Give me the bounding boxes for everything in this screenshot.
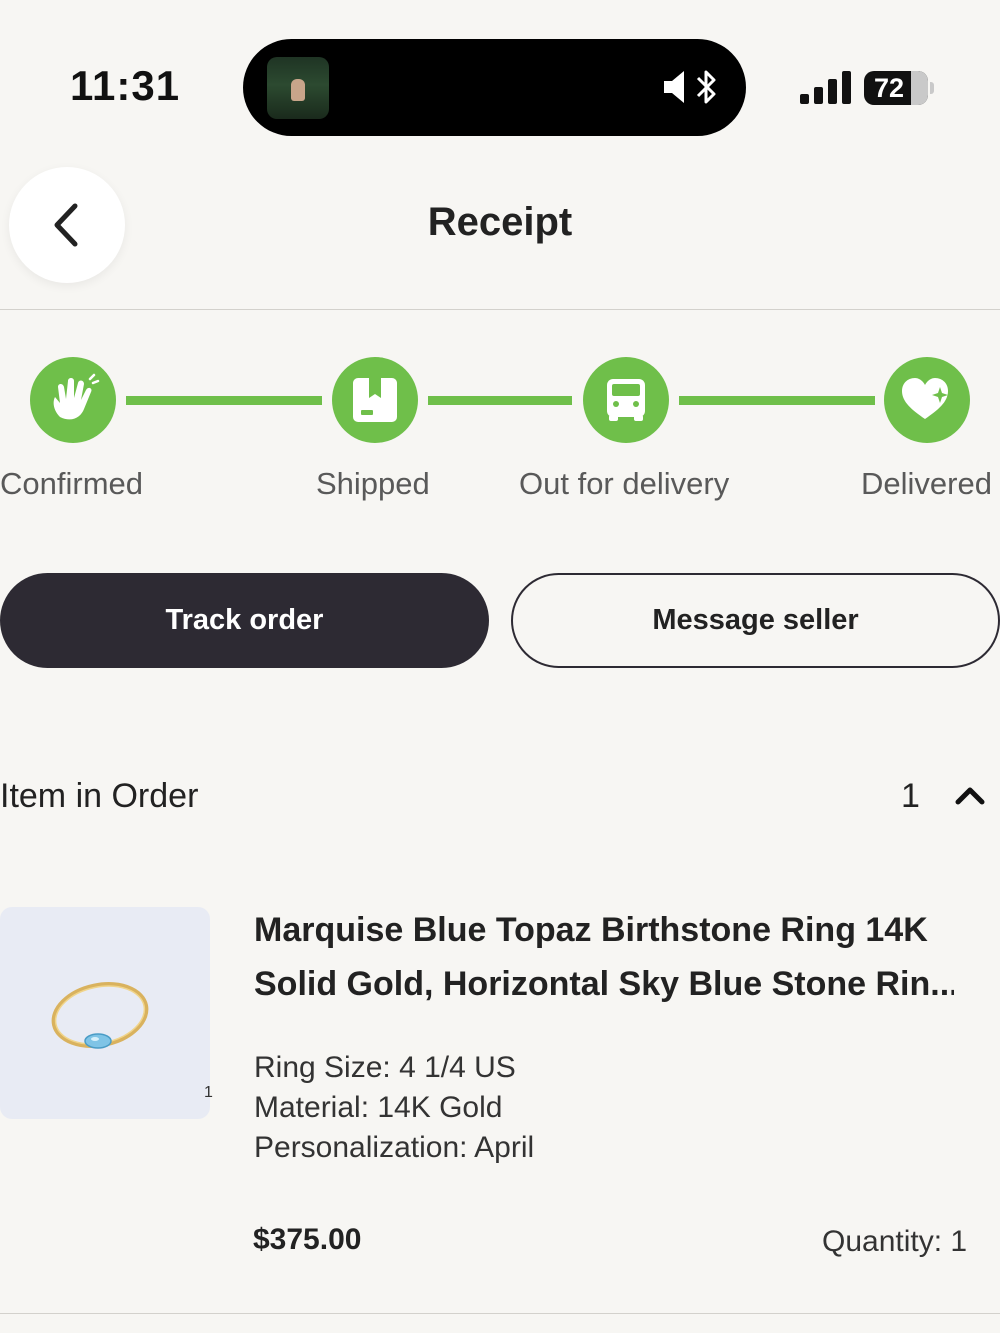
step-label-shipped: Shipped <box>316 466 430 501</box>
header-divider <box>0 309 1000 310</box>
page-title: Receipt <box>427 200 573 244</box>
item-title-line: Marquise Blue Topaz Birthstone Ring 14K <box>254 911 928 949</box>
heart-sparkle-icon <box>902 378 948 419</box>
muted-speaker-icon <box>664 71 684 103</box>
section-divider <box>0 1313 1000 1314</box>
ring-image <box>51 982 149 1049</box>
step-out-for-delivery <box>583 357 669 443</box>
item-attribute-ring-size: Ring Size: 4 1/4 US <box>254 1051 516 1084</box>
dynamic-island[interactable] <box>243 39 746 136</box>
step-label-delivered: Delivered <box>861 466 992 501</box>
items-section-title: Item in Order <box>0 777 199 815</box>
progress-line <box>428 396 572 405</box>
item-title[interactable]: Marquise Blue Topaz Birthstone Ring 14K … <box>254 903 954 1011</box>
item-price: $375.00 <box>253 1223 362 1256</box>
item-attribute-material: Material: 14K Gold <box>254 1091 503 1124</box>
step-confirmed <box>30 357 116 443</box>
item-thumbnail[interactable] <box>0 907 210 1119</box>
collapse-toggle[interactable] <box>950 778 990 814</box>
waving-hand-icon <box>53 373 100 420</box>
receipt-screen: 11:31 72 Receipt Confirmed Shipped Out f… <box>0 0 1000 1333</box>
package-icon <box>353 378 397 422</box>
progress-line <box>679 396 875 405</box>
message-seller-button[interactable]: Message seller <box>511 573 1000 668</box>
item-title-line: Solid Gold, Horizontal Sky Blue Stone Ri… <box>254 965 954 1003</box>
truck-icon <box>607 379 645 421</box>
battery-tip <box>930 82 934 94</box>
item-quantity: Quantity: 1 <box>822 1225 968 1258</box>
progress-line <box>126 396 322 405</box>
item-attribute-personalization: Personalization: April <box>254 1131 535 1164</box>
island-status-icons <box>662 67 720 107</box>
image-tag: 1 <box>204 1084 213 1101</box>
battery-icon: 72 <box>864 71 928 105</box>
cellular-signal-icon <box>800 71 851 104</box>
track-order-button[interactable]: Track order <box>0 573 489 668</box>
step-label-out-for-delivery: Out for delivery <box>519 466 730 501</box>
step-delivered <box>884 357 970 443</box>
items-count: 1 <box>901 777 920 815</box>
battery-level: 72 <box>873 73 905 103</box>
step-shipped <box>332 357 418 443</box>
bluetooth-icon <box>696 70 716 104</box>
status-time: 11:31 <box>70 62 181 109</box>
step-label-confirmed: Confirmed <box>0 466 143 501</box>
chevron-up-icon <box>955 787 985 805</box>
now-playing-artwork[interactable] <box>267 57 329 119</box>
